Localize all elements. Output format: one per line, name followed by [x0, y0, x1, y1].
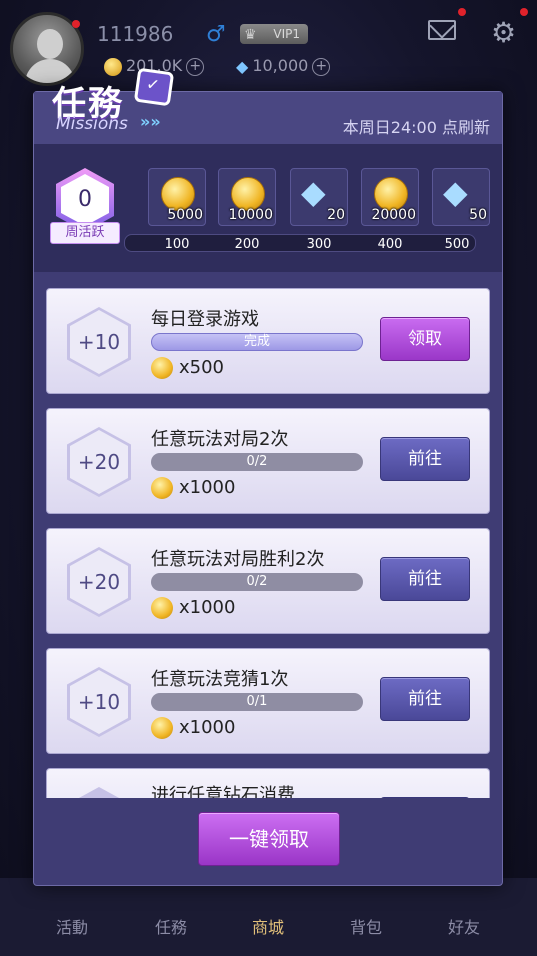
mission-progress: 0/2	[151, 573, 363, 591]
nav-missions[interactable]: 任務	[136, 914, 206, 938]
diamond-amount: 10,000	[252, 56, 309, 75]
mission-list[interactable]: +10 每日登录游戏 完成 x500 领取 +20 任意玩法对局2次 0/2 x…	[46, 288, 492, 798]
mission-card: +10 任意玩法竞猜1次 0/1 x1000 前往	[46, 648, 490, 754]
vip-level: VIP1	[273, 27, 300, 41]
nav-shop[interactable]: 商城	[233, 914, 303, 938]
mission-title: 任意玩法竞猜1次	[151, 669, 289, 690]
gear-icon[interactable]: ⚙	[491, 16, 516, 49]
reward-amount: 20	[327, 207, 345, 223]
bottom-nav: 活動 任務 商城 背包 好友	[0, 878, 537, 956]
chevrons-icon: »»	[140, 112, 161, 131]
vip-badge[interactable]: ♛ VIP1	[240, 24, 308, 44]
reward-amount: 10000	[228, 207, 273, 223]
user-id: 111986	[97, 22, 174, 46]
diamond-icon: ◆	[301, 173, 326, 211]
milestone-label: 200	[234, 237, 260, 252]
mission-progress: 完成	[151, 333, 363, 351]
panel-title-english: Missions	[56, 114, 128, 134]
nav-backpack[interactable]: 背包	[331, 914, 401, 938]
weekly-activity-label: 周活跃	[50, 222, 120, 244]
go-button[interactable]: 前往	[380, 677, 470, 721]
mail-notification-dot	[458, 8, 466, 16]
gold-coin-icon	[161, 177, 195, 211]
gold-coin-icon	[151, 477, 173, 499]
milestone-label: 100	[164, 237, 190, 252]
claim-all-button[interactable]: 一键领取	[198, 812, 340, 866]
go-button[interactable]: 前往	[380, 437, 470, 481]
male-icon: ♂	[206, 22, 226, 47]
mission-card: +20 任意玩法对局胜利2次 0/2 x1000 前往	[46, 528, 490, 634]
diamond-icon: ◆	[236, 57, 249, 76]
gold-coin-icon	[374, 177, 408, 211]
mission-reward: x500	[179, 357, 225, 378]
calendar-check-icon: ✓	[133, 67, 175, 107]
mission-progress: 0/1	[151, 693, 363, 711]
gold-coin-icon	[151, 357, 173, 379]
reward-amount: 5000	[167, 207, 203, 223]
reward-amount: 20000	[371, 207, 416, 223]
mission-card: +10 每日登录游戏 完成 x500 领取	[46, 288, 490, 394]
activity-reward-100[interactable]: 5000	[148, 168, 206, 226]
gold-coin-icon	[104, 57, 122, 76]
add-gold-icon[interactable]: +	[186, 57, 205, 76]
mission-title: 每日登录游戏	[151, 309, 259, 330]
gold-coin-icon	[151, 597, 173, 619]
mission-card: 进行任意钻石消费	[46, 768, 490, 798]
avatar-notification-dot	[72, 20, 80, 28]
settings-notification-dot	[520, 8, 528, 16]
activity-reward-300[interactable]: ◆ 20	[290, 168, 348, 226]
go-button[interactable]	[380, 797, 470, 798]
mission-title: 任意玩法对局胜利2次	[151, 549, 325, 570]
mission-reward: x1000	[179, 477, 236, 498]
mail-icon[interactable]	[428, 20, 456, 40]
mission-title: 进行任意钻石消费	[151, 785, 295, 798]
diamond-balance: ◆ 10,000 +	[236, 56, 331, 76]
gold-coin-icon	[151, 717, 173, 739]
refresh-time: 本周日24:00 点刷新	[342, 118, 490, 137]
panel-header: 任務 ✓ Missions »» 本周日24:00 点刷新	[34, 67, 502, 144]
claim-button[interactable]: 领取	[380, 317, 470, 361]
go-button[interactable]: 前往	[380, 557, 470, 601]
reward-amount: 50	[469, 207, 487, 223]
mission-reward: x1000	[179, 597, 236, 618]
milestone-label: 300	[306, 237, 332, 252]
milestone-label: 400	[377, 237, 403, 252]
mission-card: +20 任意玩法对局2次 0/2 x1000 前往	[46, 408, 490, 514]
activity-reward-400[interactable]: 20000	[361, 168, 419, 226]
activity-reward-500[interactable]: ◆ 50	[432, 168, 490, 226]
nav-activities[interactable]: 活動	[37, 914, 107, 938]
milestone-label: 500	[444, 237, 470, 252]
points-hexagon	[67, 787, 131, 798]
diamond-icon: ◆	[443, 173, 468, 211]
add-diamond-icon[interactable]: +	[312, 57, 331, 76]
mission-reward: x1000	[179, 717, 236, 738]
mission-title: 任意玩法对局2次	[151, 429, 289, 450]
missions-panel: 任務 ✓ Missions »» 本周日24:00 点刷新 0 周活跃 5000…	[33, 67, 503, 886]
gold-coin-icon	[231, 177, 265, 211]
mission-progress: 0/2	[151, 453, 363, 471]
crown-icon: ♛	[244, 27, 257, 43]
nav-friends[interactable]: 好友	[429, 914, 499, 938]
activity-reward-200[interactable]: 10000	[218, 168, 276, 226]
